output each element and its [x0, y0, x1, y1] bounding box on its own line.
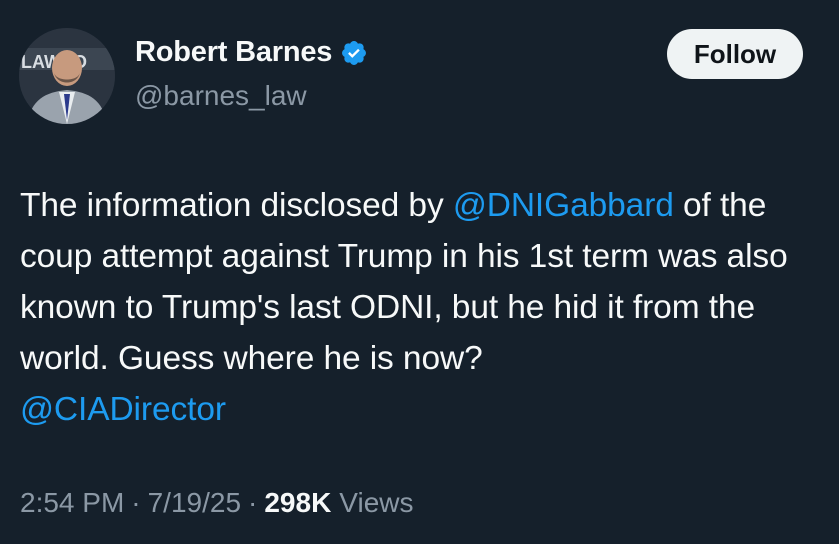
tweet-meta: 2:54 PM · 7/19/25 · 298K Views [20, 487, 413, 519]
mention-link-ciadirector[interactable]: @CIADirector [20, 391, 226, 428]
views-label: Views [339, 487, 414, 518]
mention-link-dnigabbard[interactable]: @DNIGabbard [453, 187, 674, 224]
avatar-image: LAWYO [19, 28, 115, 124]
tweet-text: The information disclosed by @DNIGabbard… [20, 180, 820, 435]
author-name[interactable]: Robert Barnes [135, 36, 332, 69]
follow-button[interactable]: Follow [667, 29, 803, 79]
avatar[interactable]: LAWYO [19, 28, 115, 124]
views-count: 298K [264, 487, 332, 518]
tweet-time[interactable]: 2:54 PM [20, 487, 124, 519]
meta-separator: · [131, 487, 141, 518]
author-name-row: Robert Barnes [135, 36, 368, 69]
author-handle[interactable]: @barnes_law [135, 80, 307, 112]
verified-badge-icon [342, 40, 367, 65]
meta-separator: · [248, 487, 258, 518]
tweet-text-segment: of [673, 187, 711, 224]
tweet-text-segment: The information disclosed by [20, 187, 453, 224]
tweet-date[interactable]: 7/19/25 [148, 487, 241, 519]
